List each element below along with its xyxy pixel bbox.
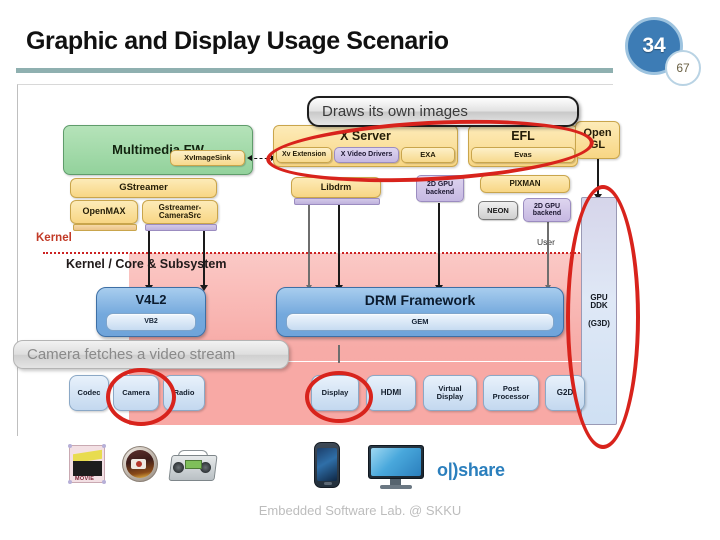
kernel-label: Kernel — [36, 232, 72, 244]
block-xvimagesink[interactable]: XvImageSink — [170, 150, 245, 166]
block-label: EFL — [511, 129, 535, 143]
block-label: V4L2 — [135, 292, 167, 307]
block-gstreamer[interactable]: GStreamer — [70, 178, 217, 198]
block-label: HDMI — [380, 387, 402, 397]
callout-text: Draws its own images — [322, 103, 468, 120]
connector-drm-display — [338, 345, 340, 363]
block-radio[interactable]: Radio — [163, 375, 205, 411]
block-gstreamer-camerasrc[interactable]: Gstreamer- CameraSrc — [142, 200, 218, 224]
block-neon[interactable]: NEON — [478, 201, 518, 220]
block-label: X Video Drivers — [340, 151, 393, 159]
connector-efl-2dgpu-drm — [547, 217, 549, 287]
block-label: GPU DDK — [590, 292, 608, 311]
block-gem[interactable]: GEM — [286, 313, 554, 331]
block-xv-extension[interactable]: Xv Extension — [276, 147, 332, 163]
slide-number-badge: 34 67 — [625, 17, 715, 86]
kernel-boundary-line — [43, 252, 615, 254]
block-evas[interactable]: Evas — [471, 147, 575, 163]
callout-draws-own-images[interactable]: Draws its own images — [307, 96, 579, 127]
connector-opengl-gpuddk — [597, 158, 599, 196]
block-label: Post Processor — [492, 384, 530, 401]
block-label: DRM Framework — [364, 292, 476, 308]
phone-icon — [314, 442, 340, 488]
block-pixman[interactable]: PIXMAN — [480, 175, 570, 193]
block-label: GEM — [411, 317, 429, 327]
block-hdmi[interactable]: HDMI — [366, 375, 416, 411]
movie-icon-label: MOVIE — [75, 476, 95, 482]
block-codec[interactable]: Codec — [69, 375, 109, 411]
device-icon-row: MOVIE o|)share — [0, 440, 720, 498]
block-openmax[interactable]: OpenMAX — [70, 200, 138, 224]
block-label: Open GL — [583, 127, 612, 151]
block-virtual-display[interactable]: Virtual Display — [423, 375, 477, 411]
callout-camera-fetches-stream[interactable]: Camera fetches a video stream — [13, 340, 289, 369]
radio-icon — [168, 450, 218, 481]
block-x-video-drivers[interactable]: X Video Drivers — [334, 147, 399, 163]
block-label: NEON — [487, 205, 509, 215]
connector-libdrm-drm — [338, 203, 340, 287]
block-label: Camera — [122, 388, 150, 398]
title-divider — [16, 68, 613, 73]
block-label: 2D GPU backend — [532, 202, 562, 217]
block-label: Evas — [514, 150, 532, 160]
block-label: Libdrm — [320, 181, 352, 192]
camera-icon — [122, 446, 158, 482]
block-label: Gstreamer- CameraSrc — [158, 202, 202, 220]
block-camerasrc-accent — [145, 224, 217, 231]
block-libdrm[interactable]: Libdrm — [291, 177, 381, 198]
architecture-diagram: Kernel Kernel / Core & Subsystem User Mu… — [13, 84, 640, 449]
block-label: Radio — [173, 388, 195, 398]
connector-2dgpu-drm — [438, 203, 440, 287]
user-space-label: User — [537, 237, 555, 247]
block-label: Display — [321, 388, 349, 398]
block-label: G2D — [556, 387, 574, 397]
block-label: Xv Extension — [282, 151, 326, 159]
slide-header: Graphic and Display Usage Scenario 34 67 — [0, 0, 720, 86]
block-sublabel: (G3D) — [588, 318, 610, 328]
movie-icon: MOVIE — [68, 444, 106, 484]
block-openmax-accent — [73, 224, 137, 231]
block-label: 2D GPU backend — [425, 181, 455, 196]
block-g2d[interactable]: G2D — [545, 375, 585, 411]
block-label: GStreamer — [119, 182, 168, 194]
block-gpu-ddk[interactable]: GPU DDK (G3D) — [581, 197, 617, 425]
callout-text: Camera fetches a video stream — [27, 346, 236, 363]
block-label: OpenMAX — [82, 206, 126, 217]
page-title: Graphic and Display Usage Scenario — [26, 27, 449, 55]
block-label: Codec — [77, 388, 101, 398]
block-label: PIXMAN — [509, 178, 541, 188]
block-libdrm-accent — [294, 198, 380, 205]
slide-footer: Embedded Software Lab. @ SKKU — [258, 503, 462, 518]
block-label: X Server — [340, 129, 391, 143]
block-camera[interactable]: Camera — [113, 375, 159, 411]
block-exa[interactable]: EXA — [401, 147, 455, 163]
block-display[interactable]: Display — [311, 375, 359, 411]
block-opengl[interactable]: Open GL — [575, 121, 620, 159]
arrowhead-link-left — [247, 155, 252, 161]
block-label: XvImageSink — [184, 153, 231, 163]
link-xvimagesink-xvextension — [249, 158, 273, 159]
badge-total-number: 67 — [676, 61, 690, 75]
block-label: Virtual Display — [436, 384, 464, 401]
block-post-processor[interactable]: Post Processor — [483, 375, 539, 411]
block-label: VB2 — [144, 318, 158, 326]
monitor-icon — [368, 445, 424, 489]
allshare-logo: o|)share — [437, 460, 505, 480]
block-vb2[interactable]: VB2 — [106, 313, 196, 331]
block-2d-gpu-backend-efl[interactable]: 2D GPU backend — [523, 198, 571, 222]
block-2d-gpu-backend-exa[interactable]: 2D GPU backend — [416, 175, 464, 202]
block-label: EXA — [420, 150, 436, 160]
